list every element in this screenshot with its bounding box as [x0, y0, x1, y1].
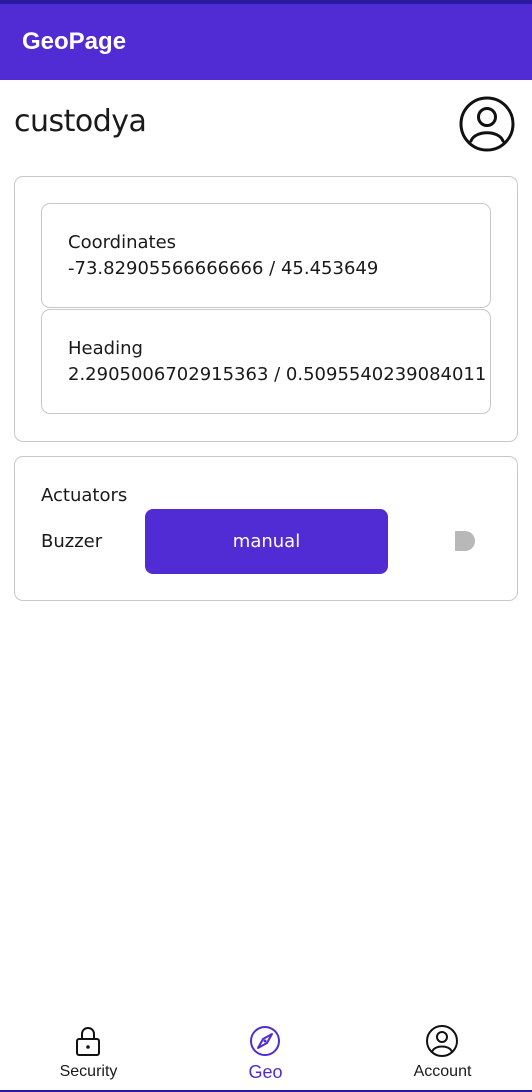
nav-item-security[interactable]: Security: [0, 1010, 177, 1092]
nav-item-account[interactable]: Account: [354, 1010, 531, 1092]
app-bar: GeoPage: [0, 4, 532, 80]
toggle-knob: [455, 531, 475, 551]
profile-avatar-icon[interactable]: [458, 95, 516, 153]
heading-value: 2.2905006702915363 / 0.5095540239084011: [68, 364, 487, 385]
app-title: GeoPage: [22, 28, 127, 55]
coordinates-card: Coordinates -73.82905566666666 / 45.4536…: [41, 203, 491, 308]
bottom-navigation: Security Geo Account: [0, 1010, 532, 1092]
actuators-title: Actuators: [41, 485, 128, 506]
buzzer-label: Buzzer: [41, 531, 103, 552]
nav-label-security: Security: [59, 1063, 118, 1080]
username: custodya: [14, 104, 147, 139]
coordinates-label: Coordinates: [68, 232, 177, 253]
buzzer-mode-button[interactable]: manual: [145, 509, 388, 574]
lock-icon: [76, 1026, 100, 1056]
compass-icon: [250, 1026, 280, 1056]
heading-card: Heading 2.2905006702915363 / 0.509554023…: [41, 309, 491, 414]
coordinates-value: -73.82905566666666 / 45.453649: [68, 258, 379, 279]
heading-label: Heading: [68, 338, 143, 359]
buzzer-toggle[interactable]: [455, 531, 477, 551]
nav-label-geo: Geo: [248, 1062, 283, 1082]
nav-label-account: Account: [413, 1063, 472, 1080]
actuators-card: Actuators Buzzer manual: [14, 456, 518, 601]
account-icon: [426, 1025, 458, 1057]
nav-item-geo[interactable]: Geo: [177, 1010, 354, 1092]
